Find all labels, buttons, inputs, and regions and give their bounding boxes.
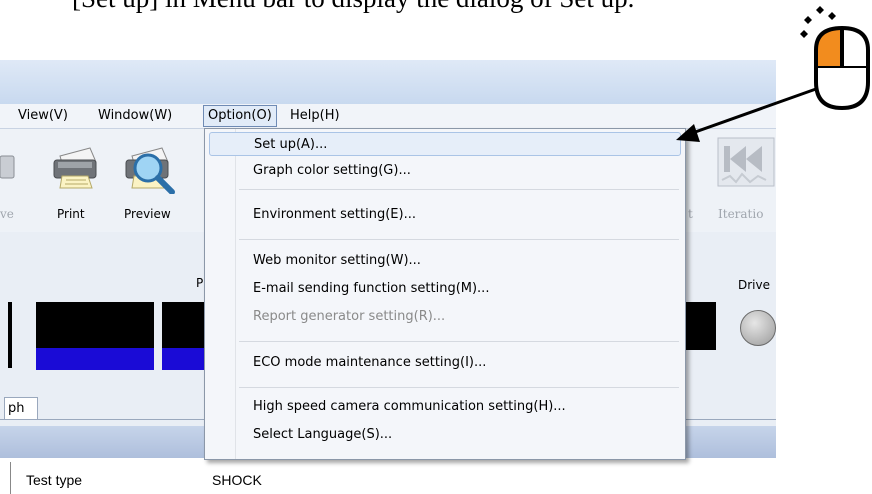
option-dropdown-menu: Set up(A)... Graph color setting(G)... E…: [204, 128, 686, 460]
display-panel-3: [686, 302, 716, 350]
display-panel-2: [162, 302, 206, 348]
menu-view[interactable]: View(V): [14, 106, 72, 126]
menu-item-environment[interactable]: Environment setting(E)...: [253, 203, 416, 227]
printer-icon[interactable]: [50, 138, 100, 190]
menu-item-select-language[interactable]: Select Language(S)...: [253, 423, 392, 447]
menu-item-eco-mode[interactable]: ECO mode maintenance setting(I)...: [253, 351, 486, 375]
iteration-label: Iteratio: [718, 207, 764, 221]
test-type-label: Test type: [26, 472, 83, 488]
menu-item-web-monitor[interactable]: Web monitor setting(W)...: [253, 249, 421, 273]
save-icon[interactable]: [0, 142, 24, 186]
menu-separator: [239, 189, 679, 190]
caption-text: [Set up] in Menu bar to display the dial…: [72, 0, 634, 14]
print-label: Print: [57, 207, 85, 221]
info-table: Test type SHOCK: [0, 458, 776, 494]
display-panel-1: [36, 302, 154, 348]
title-bar: [0, 60, 776, 104]
menu-separator: [239, 387, 679, 388]
menu-separator: [239, 239, 679, 240]
display-panel-edge: [8, 302, 12, 368]
menu-item-graph-color[interactable]: Graph color setting(G)...: [253, 159, 411, 183]
display-bar-1: [36, 348, 154, 370]
toolbar-label-partial: t: [688, 207, 693, 221]
menu-item-high-speed-camera[interactable]: High speed camera communication setting(…: [253, 395, 566, 419]
menu-item-set-up[interactable]: Set up(A)...: [209, 132, 681, 156]
menu-help[interactable]: Help(H): [286, 106, 344, 126]
panel-label-p: P: [196, 276, 204, 290]
preview-magnifier-icon[interactable]: [122, 138, 178, 194]
menu-item-email[interactable]: E-mail sending function setting(M)...: [253, 277, 489, 301]
display-bar-2: [162, 348, 206, 370]
menu-separator: [239, 341, 679, 342]
tab-graph-label: ph: [8, 401, 25, 416]
menu-option[interactable]: Option(O): [203, 105, 277, 127]
menu-gutter: [235, 129, 236, 459]
preview-label: Preview: [124, 207, 171, 221]
instruction-caption: [Set up] in Menu bar to display the dial…: [0, 0, 872, 60]
test-type-value: SHOCK: [212, 472, 262, 488]
save-label-partial: ve: [0, 207, 14, 221]
table-border: [10, 462, 11, 494]
tab-graph[interactable]: ph: [4, 397, 38, 420]
drive-knob-icon[interactable]: [740, 310, 776, 346]
menu-item-report-generator: Report generator setting(R)...: [253, 309, 446, 324]
menu-bar: View(V) Window(W) Option(O) Help(H): [0, 104, 776, 129]
drive-label: Drive: [738, 278, 770, 292]
mouse-icon: [800, 6, 870, 110]
menu-window[interactable]: Window(W): [94, 106, 176, 126]
